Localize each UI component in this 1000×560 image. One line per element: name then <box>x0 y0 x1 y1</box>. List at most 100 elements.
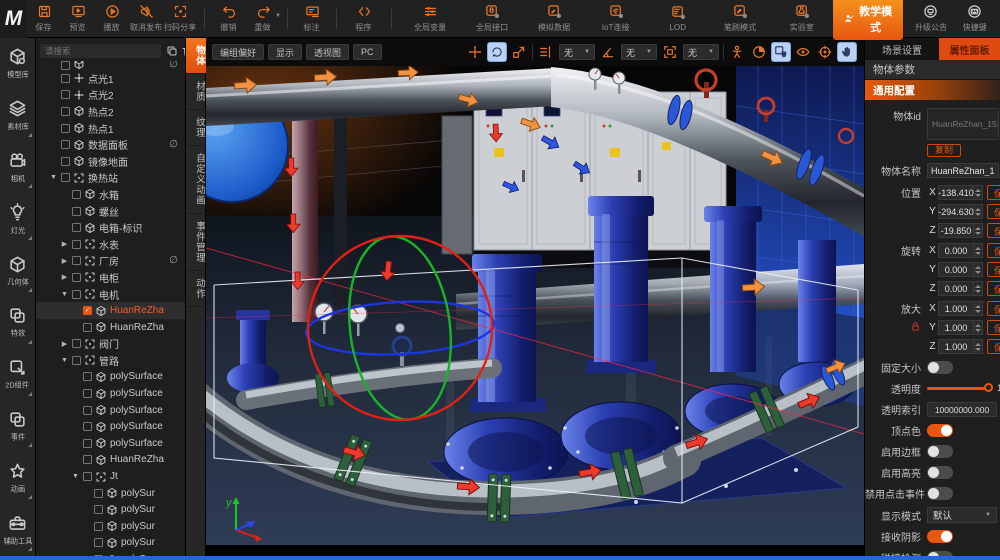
tree-item[interactable]: ▶厂房∅ <box>36 253 185 270</box>
rail-item-effects[interactable]: 特效 <box>0 297 35 349</box>
annotate-button[interactable]: 标注 <box>295 0 329 38</box>
copy-icon[interactable] <box>166 45 178 57</box>
dropdown-caret[interactable]: ▼ <box>275 13 281 19</box>
expand-tool[interactable] <box>661 43 679 61</box>
scale-tool[interactable] <box>510 43 528 61</box>
eye2-tool[interactable] <box>794 43 812 61</box>
global-api-button[interactable]: 全局接口 <box>461 0 523 38</box>
rail-item-light[interactable]: 灯光 <box>0 193 35 245</box>
tree-item[interactable]: ▼Jt <box>36 468 185 485</box>
tree-item[interactable]: 热点1 <box>36 120 185 137</box>
number-stepper[interactable] <box>974 185 983 200</box>
number-stepper[interactable] <box>974 223 983 238</box>
expand-arrow[interactable]: ▶ <box>60 240 69 248</box>
hidden-eye-icon[interactable]: ∅ <box>169 139 185 150</box>
rotation-x-save-button[interactable]: 保存 <box>987 243 1000 258</box>
tree-item[interactable]: 热点2 <box>36 103 185 120</box>
tree-item[interactable]: polySurface <box>36 385 185 402</box>
tree-item[interactable]: 数据面板∅ <box>36 136 185 153</box>
number-stepper[interactable] <box>974 204 983 219</box>
viewport-select-5[interactable]: 无▼ <box>559 44 595 60</box>
tree-item[interactable]: polySur <box>36 518 185 535</box>
search-input[interactable] <box>40 44 161 58</box>
position-z-save-button[interactable]: 保存 <box>987 223 1000 238</box>
tree-item-checkbox[interactable] <box>61 107 70 116</box>
scale-y-input[interactable]: 1.000 <box>938 320 974 335</box>
scale-x-input[interactable]: 1.000 <box>938 301 974 316</box>
viewport-select-9[interactable]: 无▼ <box>683 44 719 60</box>
undo-button[interactable]: 撤销 <box>212 0 246 38</box>
scale-y-save-button[interactable]: 保存 <box>987 320 1000 335</box>
rail-item-model-library[interactable]: 模型库 <box>0 38 35 90</box>
tree-item[interactable]: HuanReZha <box>36 319 185 336</box>
code-button[interactable]: 程序 <box>344 0 384 38</box>
tree-item-checkbox[interactable] <box>83 472 92 481</box>
skeleton-tool[interactable] <box>728 43 746 61</box>
tree-item[interactable]: polySur <box>36 501 185 518</box>
position-z-input[interactable]: -19.850 <box>938 223 974 238</box>
tree-item-checkbox[interactable] <box>61 124 70 133</box>
tree-item-checkbox[interactable] <box>83 323 92 332</box>
tree-item[interactable]: ▶阀门 <box>36 336 185 353</box>
number-stepper[interactable] <box>974 320 983 335</box>
position-x-input[interactable]: -138.410 <box>938 185 974 200</box>
hidden-eye-icon[interactable]: ∅ <box>169 255 185 266</box>
tree-item-checkbox[interactable] <box>94 505 103 514</box>
rail-item-2d-widgets[interactable]: 2D组件 <box>0 349 35 401</box>
scale-z-save-button[interactable]: 保存 <box>987 339 1000 354</box>
enable-highlight-toggle[interactable] <box>927 466 953 479</box>
tree-item-checkbox[interactable] <box>72 240 81 249</box>
tree-item[interactable]: polySurface <box>36 369 185 386</box>
opacity-slider[interactable] <box>927 387 989 390</box>
viewport-select-7[interactable]: 无▼ <box>621 44 657 60</box>
section-object-params[interactable]: 物体参数 <box>865 60 1000 80</box>
teaching-mode-button[interactable]: 教学模式 <box>833 0 903 40</box>
tree-item[interactable]: HuanReZha <box>36 452 185 469</box>
tree-item[interactable]: 点光2 <box>36 87 185 104</box>
target-tool[interactable] <box>816 43 834 61</box>
scale-x-save-button[interactable]: 保存 <box>987 301 1000 316</box>
tree-item-checkbox[interactable] <box>61 74 70 83</box>
viewport-dropdown-2[interactable]: 透视图 <box>306 44 349 60</box>
tree-item-checkbox[interactable] <box>72 223 81 232</box>
viewport-3d-scene[interactable]: y x <box>206 66 864 545</box>
tree-item[interactable]: ▼管路 <box>36 352 185 369</box>
tree-item-checkbox[interactable] <box>72 290 81 299</box>
rail-item-aux-tools[interactable]: 辅助工具 <box>0 504 35 556</box>
scan-share-button[interactable]: 扫码分享 <box>163 0 197 38</box>
shortcuts-button[interactable]: 快捷键 <box>958 0 992 38</box>
rotation-y-input[interactable]: 0.000 <box>938 262 974 277</box>
tree-item-checkbox[interactable] <box>72 207 81 216</box>
tree-item-checkbox[interactable] <box>94 522 103 531</box>
hidden-eye-icon[interactable]: ∅ <box>169 61 185 70</box>
angle-tool[interactable] <box>599 43 617 61</box>
save-button[interactable]: 保存 <box>27 0 61 38</box>
app-logo[interactable]: M <box>0 0 27 38</box>
lod-button[interactable]: LOD <box>647 0 709 38</box>
scale-z-input[interactable]: 1.000 <box>938 339 974 354</box>
side-tab-1[interactable]: 材质 <box>186 74 206 110</box>
side-tab-5[interactable]: 动作 <box>186 271 206 307</box>
number-stepper[interactable] <box>974 339 983 354</box>
grab-tool[interactable] <box>838 43 856 61</box>
rotation-y-save-button[interactable]: 保存 <box>987 262 1000 277</box>
panel-tab-1[interactable]: 属性面板 <box>939 38 1000 60</box>
object-name-input[interactable] <box>927 163 999 178</box>
lab-button[interactable]: 实验室 <box>771 0 833 38</box>
tree-item[interactable]: 螺丝 <box>36 203 185 220</box>
tree-item-checkbox[interactable] <box>83 389 92 398</box>
receive-shadow-toggle[interactable] <box>927 530 953 543</box>
tree-item-checkbox[interactable] <box>61 90 70 99</box>
hand-select-tool[interactable] <box>772 43 790 61</box>
rail-item-animation[interactable]: 动画 <box>0 452 35 504</box>
tree-item-checkbox[interactable] <box>72 356 81 365</box>
panel-tab-0[interactable]: 场景设置 <box>865 38 939 60</box>
fixed-size-toggle[interactable] <box>927 361 953 374</box>
iot-button[interactable]: IoT连接 <box>585 0 647 38</box>
rotation-x-input[interactable]: 0.000 <box>938 243 974 258</box>
number-stepper[interactable] <box>974 262 983 277</box>
side-tab-3[interactable]: 自定义动画 <box>186 146 206 214</box>
tree-item[interactable]: polySur <box>36 535 185 552</box>
side-tab-0[interactable]: 物体 <box>186 38 206 74</box>
tree-item[interactable]: ▶电柜 <box>36 269 185 286</box>
